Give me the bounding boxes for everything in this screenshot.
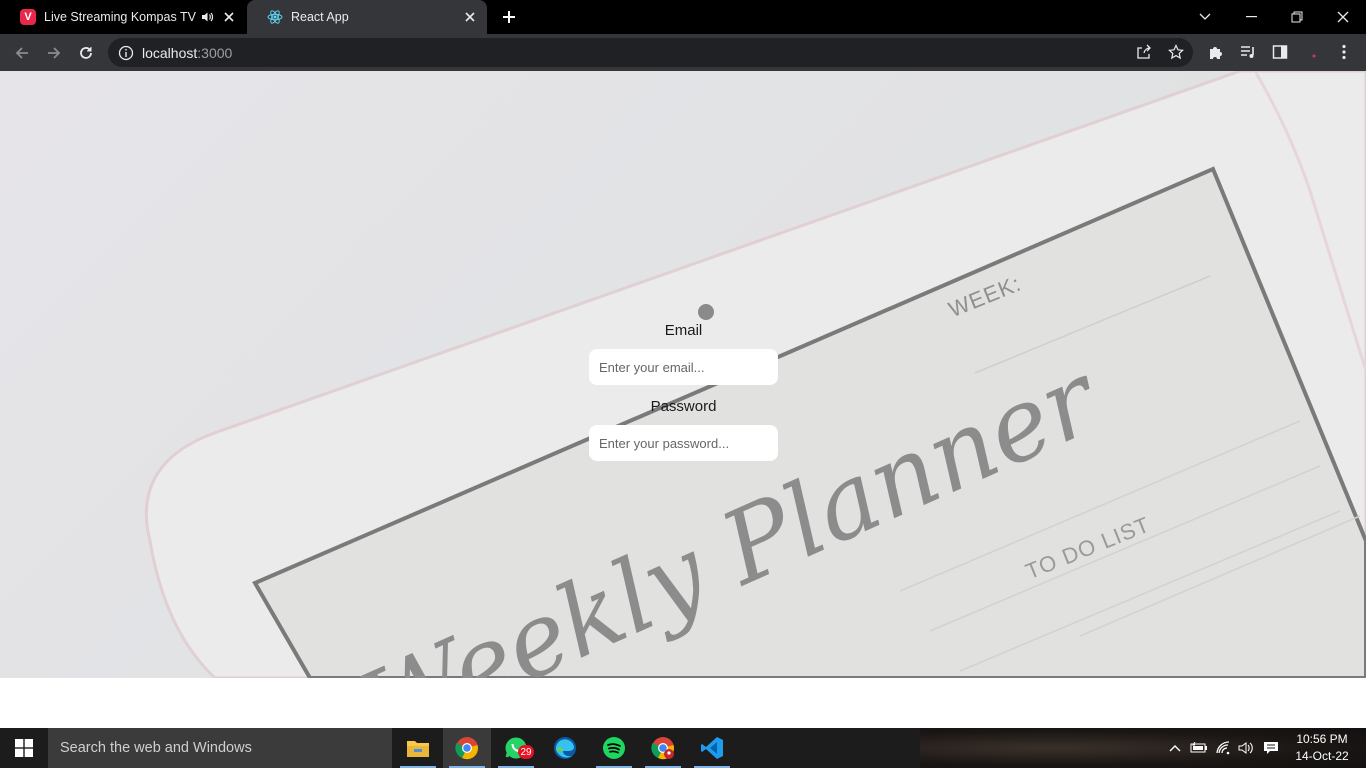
taskbar-app-whatsapp[interactable]: 29: [492, 728, 540, 768]
address-bar[interactable]: localhost:3000: [108, 38, 1193, 67]
minimize-button[interactable]: [1228, 0, 1274, 34]
wifi-button[interactable]: [1214, 738, 1234, 758]
notification-icon: [1264, 742, 1278, 754]
chrome-profile-icon: [651, 737, 674, 760]
start-button[interactable]: [0, 728, 48, 768]
close-window-button[interactable]: [1320, 0, 1366, 34]
tab-search-button[interactable]: [1182, 0, 1228, 34]
show-hidden-icons-button[interactable]: [1165, 738, 1185, 758]
close-tab-icon[interactable]: [222, 10, 236, 24]
minimize-icon: [1245, 16, 1257, 18]
taskbar-app-chrome[interactable]: [443, 728, 491, 768]
url-text: localhost:3000: [142, 45, 232, 61]
react-logo-icon: [267, 10, 283, 24]
speaker-icon[interactable]: [200, 10, 214, 24]
folder-icon: [407, 741, 429, 757]
chevron-up-icon: [1169, 745, 1181, 752]
windows-taskbar: Search the web and Windows 29 10:56 PM 1…: [0, 728, 1366, 768]
new-tab-button[interactable]: [498, 6, 520, 28]
media-control-button[interactable]: [1238, 42, 1258, 62]
whatsapp-unread-badge: 29: [518, 745, 534, 759]
taskbar-app-spotify[interactable]: [590, 728, 638, 768]
password-label: Password: [650, 398, 717, 415]
chevron-down-icon: [1199, 13, 1211, 20]
menu-button[interactable]: [1334, 42, 1354, 62]
arrow-right-icon: [48, 47, 61, 59]
profile-button[interactable]: [1302, 42, 1322, 62]
tab-title: React App: [291, 10, 349, 24]
url-host: localhost: [142, 44, 198, 61]
volume-button[interactable]: [1236, 738, 1256, 758]
edge-icon: [554, 737, 576, 759]
restore-icon: [1291, 11, 1303, 23]
taskbar-clock[interactable]: 10:56 PM 14-Oct-22: [1290, 731, 1354, 765]
star-icon: [1168, 44, 1184, 60]
avatar-icon: [1312, 54, 1316, 58]
clock-time: 10:56 PM: [1296, 732, 1348, 746]
spotify-icon: [603, 737, 625, 759]
page-viewport: WEEK: TO DO LIST Weekly Planner Email Pa…: [0, 71, 1366, 678]
browser-tab-strip: V Live Streaming Kompas TV - React App: [0, 0, 1366, 34]
side-panel-icon: [1272, 45, 1288, 59]
taskbar-search-placeholder: Search the web and Windows: [60, 740, 252, 756]
forward-button[interactable]: [41, 40, 67, 66]
side-panel-button[interactable]: [1270, 42, 1290, 62]
battery-button[interactable]: [1189, 738, 1209, 758]
playlist-icon: [1241, 46, 1254, 58]
action-center-button[interactable]: [1261, 738, 1281, 758]
volume-icon: [1238, 742, 1253, 754]
windows-logo-icon: [15, 739, 33, 757]
taskbar-search-input[interactable]: Search the web and Windows: [48, 728, 392, 768]
close-icon: [1337, 11, 1349, 23]
page-footer-blank: [0, 678, 1366, 728]
vscode-icon: [701, 737, 723, 759]
more-vertical-icon: [1342, 44, 1346, 60]
email-field[interactable]: [589, 349, 778, 385]
reload-icon: [80, 47, 92, 59]
wifi-icon: [1216, 741, 1230, 755]
back-button[interactable]: [9, 40, 35, 66]
close-tab-icon[interactable]: [463, 10, 477, 24]
share-button[interactable]: [1134, 42, 1154, 62]
tab-title: Live Streaming Kompas TV -: [44, 10, 200, 24]
clock-date: 14-Oct-22: [1295, 749, 1349, 763]
tab-react-app[interactable]: React App: [247, 0, 487, 34]
browser-toolbar: localhost:3000: [0, 34, 1366, 71]
bookmark-button[interactable]: [1166, 42, 1186, 62]
vidio-logo-icon: V: [20, 9, 36, 25]
password-field[interactable]: [589, 425, 778, 461]
extensions-button[interactable]: [1206, 42, 1226, 62]
taskbar-app-edge[interactable]: [541, 728, 589, 768]
email-label: Email: [664, 322, 703, 339]
arrow-left-icon: [15, 47, 28, 59]
login-form: Email Password: [589, 321, 778, 461]
restore-button[interactable]: [1274, 0, 1320, 34]
plus-icon: [503, 11, 515, 23]
battery-icon: [1190, 742, 1207, 753]
taskbar-app-vscode[interactable]: [688, 728, 736, 768]
share-icon: [1137, 44, 1151, 59]
taskbar-app-chrome-profile[interactable]: [639, 728, 687, 768]
reload-button[interactable]: [73, 40, 99, 66]
taskbar-app-file-explorer[interactable]: [394, 728, 442, 768]
puzzle-icon: [1210, 47, 1222, 59]
chrome-icon: [455, 737, 478, 760]
tab-live-streaming[interactable]: V Live Streaming Kompas TV -: [0, 0, 246, 34]
info-icon[interactable]: [118, 45, 134, 61]
url-port: :3000: [197, 44, 233, 61]
